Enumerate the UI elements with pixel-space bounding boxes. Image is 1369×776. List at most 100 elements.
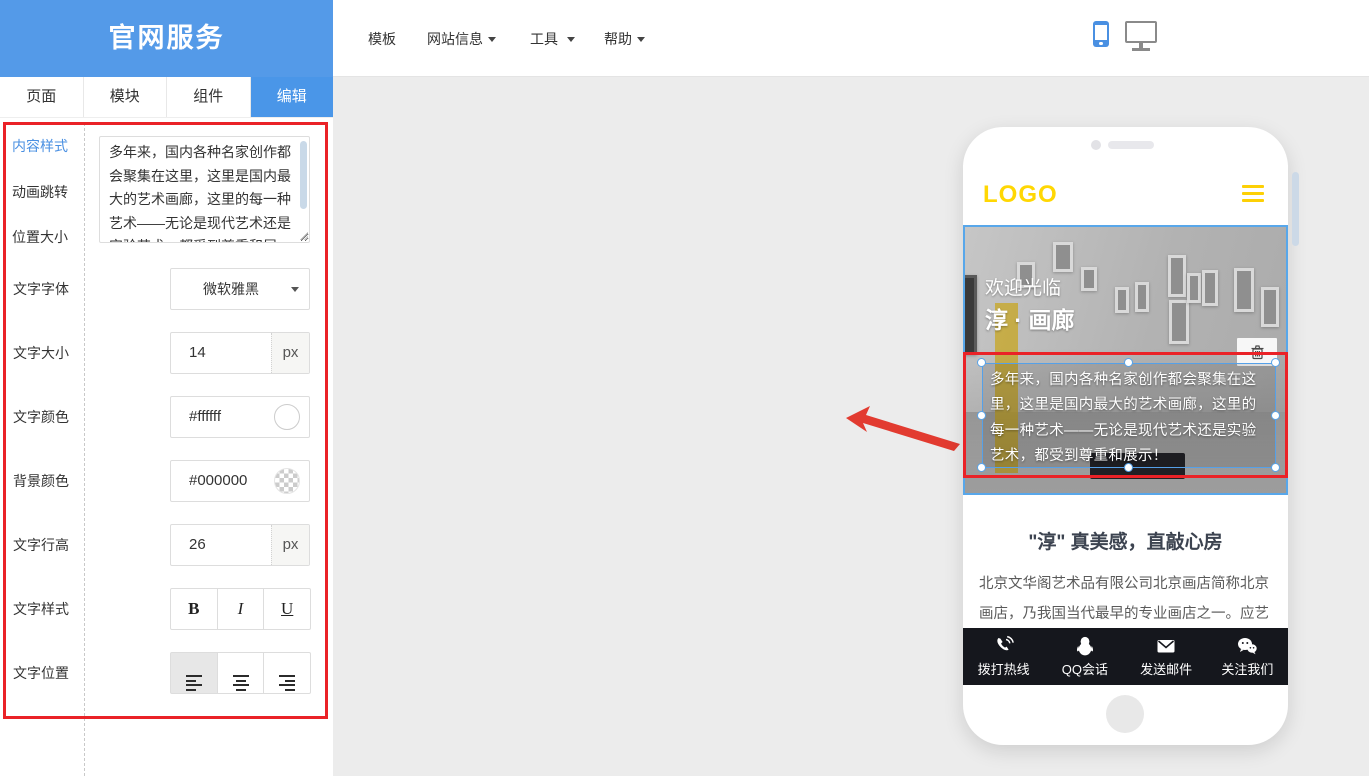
picture-frame (1168, 255, 1186, 297)
monitor-icon[interactable] (1125, 21, 1157, 43)
chevron-down-icon (488, 37, 496, 42)
nav-item-tools[interactable]: 工具 (530, 27, 575, 51)
line-height-input[interactable]: 26 px (170, 524, 310, 566)
picture-frame (1115, 287, 1129, 313)
align-right-icon (279, 675, 295, 691)
qq-icon (1074, 635, 1096, 657)
align-left-icon (186, 675, 202, 691)
resize-handle[interactable] (1271, 358, 1280, 367)
panel-nav-content-style[interactable]: 内容样式 (12, 136, 68, 156)
chevron-down-icon (637, 37, 645, 42)
bg-color-value: #000000 (189, 461, 247, 501)
tab-edit[interactable]: 编辑 (251, 77, 334, 117)
bg-color-input[interactable]: #000000 (170, 460, 310, 502)
content-text-area-wrap: 多年来，国内各种名家创作都会聚集在这里，这里是国内最大的艺术画廊，这里的每一种艺… (99, 136, 310, 243)
underline-button[interactable]: U (264, 588, 311, 630)
bg-color-label: 背景颜色 (13, 460, 85, 502)
mobile-header: LOGO (963, 165, 1288, 225)
picture-frame (1081, 267, 1097, 291)
font-size-unit: px (271, 333, 309, 373)
nav-item-templates[interactable]: 模板 (368, 27, 396, 51)
topbar: 模板 网站信息 工具 帮助 (333, 0, 1369, 77)
text-color-label: 文字颜色 (13, 396, 85, 438)
tab-component[interactable]: 组件 (167, 77, 251, 117)
text-align-label: 文字位置 (13, 652, 85, 694)
align-center-icon (233, 675, 249, 691)
device-toggle (1093, 21, 1157, 47)
editor-panel: 内容样式 动画跳转 位置大小 多年来，国内各种名家创作都会聚集在这里，这里是国内… (0, 118, 333, 776)
font-family-label: 文字字体 (13, 268, 85, 310)
picture-frame (1053, 242, 1073, 272)
section-body-text: 北京文华阁艺术品有限公司北京画店简称北京画店，乃我国当代最早的专业画店之一。应艺… (979, 569, 1273, 629)
resize-handle[interactable] (977, 358, 986, 367)
tab-page[interactable]: 页面 (0, 77, 84, 117)
bold-button[interactable]: B (170, 588, 218, 630)
font-size-input[interactable]: 14 px (170, 332, 310, 374)
selected-text-block[interactable]: 多年来，国内各种名家创作都会聚集在这里，这里是国内最大的艺术画廊，这里的每一种艺… (982, 363, 1276, 468)
footer-item-hotline[interactable]: 拨打热线 (963, 628, 1044, 685)
align-center-button[interactable] (218, 652, 265, 694)
nav-item-site-info[interactable]: 网站信息 (427, 27, 496, 51)
panel-nav-animation-link[interactable]: 动画跳转 (12, 182, 68, 202)
annotation-arrow (843, 403, 963, 455)
hamburger-menu-icon[interactable] (1242, 185, 1264, 206)
line-height-value: 26 (189, 525, 206, 565)
hero-overlay-text: 多年来，国内各种名家创作都会聚集在这里，这里是国内最大的艺术画廊，这里的每一种艺… (983, 364, 1275, 474)
site-logo[interactable]: LOGO (983, 181, 1058, 209)
text-color-swatch[interactable] (274, 404, 300, 430)
picture-frame (1169, 300, 1189, 344)
trash-icon (1250, 344, 1265, 360)
content-text-input[interactable]: 多年来，国内各种名家创作都会聚集在这里，这里是国内最大的艺术画廊，这里的每一种艺… (99, 136, 310, 243)
italic-button[interactable]: I (218, 588, 265, 630)
footer-item-qq[interactable]: QQ会话 (1044, 628, 1125, 685)
resize-handle[interactable] (1271, 463, 1280, 472)
hero-welcome-text: 欢迎光临 (985, 273, 1061, 300)
footer-item-mail[interactable]: 发送邮件 (1126, 628, 1207, 685)
textarea-resize-handle[interactable] (300, 232, 308, 240)
smartphone-icon[interactable] (1093, 21, 1109, 47)
resize-handle[interactable] (977, 463, 986, 472)
resize-handle[interactable] (1124, 358, 1133, 367)
line-height-unit: px (271, 525, 309, 565)
phone-home-button[interactable] (1106, 695, 1144, 733)
align-left-button[interactable] (170, 652, 218, 694)
phone-speaker-dot (1091, 140, 1101, 150)
chevron-down-icon (567, 37, 575, 42)
font-family-select[interactable]: 微软雅黑 (170, 268, 310, 310)
resize-handle[interactable] (1271, 411, 1280, 420)
mail-icon (1155, 635, 1177, 657)
font-size-value: 14 (189, 333, 206, 373)
picture-frame (1234, 268, 1254, 312)
preview-scrollbar-thumb[interactable] (1292, 172, 1299, 246)
bg-color-swatch[interactable] (274, 468, 300, 494)
page: 官网服务 模板 网站信息 工具 帮助 页面 模块 组件 编辑 内容样式 动画跳转 (0, 0, 1369, 776)
resize-handle[interactable] (1124, 463, 1133, 472)
resize-handle[interactable] (977, 411, 986, 420)
tab-module[interactable]: 模块 (84, 77, 168, 117)
picture-frame (1261, 287, 1279, 327)
line-height-label: 文字行高 (13, 524, 85, 566)
side-tabs: 页面 模块 组件 编辑 (0, 77, 333, 118)
brand-title: 官网服务 (0, 0, 333, 77)
picture-frame (1187, 273, 1201, 303)
text-color-value: #ffffff (189, 397, 221, 437)
chevron-down-icon (291, 287, 299, 292)
phone-speaker-bar (1108, 141, 1154, 149)
picture-frame (963, 275, 977, 355)
textarea-scrollbar[interactable] (300, 141, 307, 209)
phone-mockup: LOGO 欢迎光临 淳 · 画廊 (963, 127, 1288, 745)
align-right-button[interactable] (264, 652, 311, 694)
text-color-input[interactable]: #ffffff (170, 396, 310, 438)
font-size-label: 文字大小 (13, 332, 85, 374)
picture-frame (1202, 270, 1218, 306)
picture-frame (1135, 282, 1149, 312)
text-style-label: 文字样式 (13, 588, 85, 630)
panel-nav-position-size[interactable]: 位置大小 (12, 227, 68, 247)
footer-item-wechat[interactable]: 关注我们 (1207, 628, 1288, 685)
phone-call-icon (993, 635, 1015, 657)
font-family-value: 微软雅黑 (171, 269, 309, 309)
wechat-icon (1236, 635, 1258, 657)
hero-title-text: 淳 · 画廊 (985, 301, 1074, 335)
nav-item-help[interactable]: 帮助 (604, 27, 645, 51)
mobile-footer-bar: 拨打热线 QQ会话 发送邮件 (963, 628, 1288, 685)
